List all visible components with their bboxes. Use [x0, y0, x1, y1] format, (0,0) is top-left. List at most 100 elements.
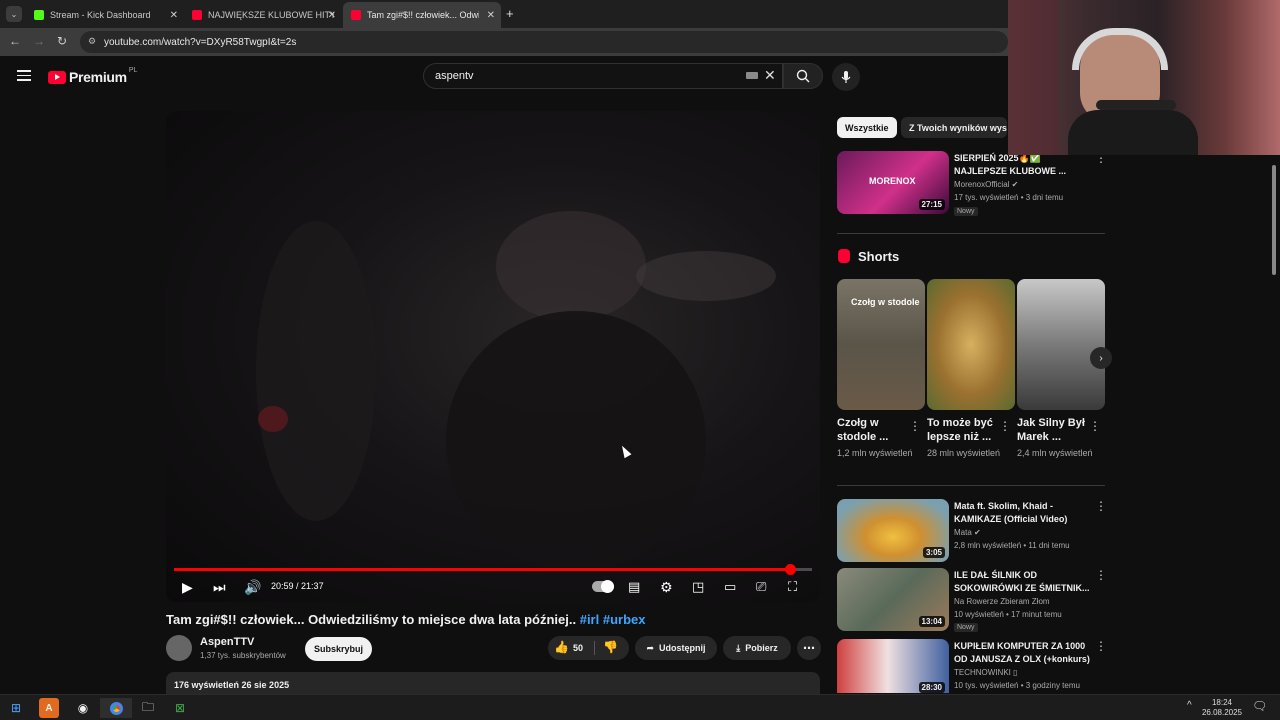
channel-avatar[interactable]	[166, 635, 192, 661]
video-frame-light	[258, 406, 288, 432]
notification-icon[interactable]: 🗨	[1252, 699, 1267, 713]
keyboard-icon[interactable]	[746, 72, 758, 79]
more-actions-button[interactable]: ⋯	[797, 636, 821, 660]
more-vertical-icon[interactable]: ⋮	[1095, 499, 1107, 513]
clear-search-icon[interactable]: ✕	[764, 67, 776, 84]
subscribe-button[interactable]: Subskrybuj	[305, 637, 372, 661]
filter-chip-all[interactable]: Wszystkie	[837, 117, 897, 138]
more-vertical-icon[interactable]: ⋮	[1089, 419, 1101, 433]
recommendation-channel: Mata ✔	[954, 528, 981, 537]
new-badge: Nowy	[954, 623, 978, 632]
new-tab-button[interactable]: +	[506, 6, 514, 21]
player-controls: ▶ ⏭ 🔊 20:59 / 21:37 ▤ ⚙ ◳ ▭ ⎚ ⛶	[182, 579, 798, 596]
time-current: 20:59	[271, 581, 294, 591]
short-title[interactable]: Jak Silny Był Marek ...	[1017, 416, 1089, 444]
recommendation-title[interactable]: SIERPIEŃ 2025🔥✅ NAJLEPSZE KLUBOWE ...	[954, 152, 1094, 178]
video-thumbnail[interactable]: 28:30	[837, 639, 949, 693]
tab-kick-dashboard[interactable]: Stream - Kick Dashboard ✕	[26, 4, 184, 26]
volume-icon[interactable]: 🔊	[244, 579, 261, 596]
divider	[837, 485, 1105, 486]
reload-icon[interactable]: ↻	[57, 34, 67, 48]
back-arrow-icon[interactable]: ←	[9, 34, 21, 48]
recommendation-title[interactable]: KUPIŁEM KOMPUTER ZA 1000 OD JANUSZA Z OL…	[954, 640, 1094, 666]
cast-icon[interactable]: ⎚	[756, 579, 766, 595]
youtube-header: Premium PL aspentv ✕	[0, 56, 1010, 98]
search-button[interactable]	[783, 63, 823, 89]
video-hashtags[interactable]: #irl #urbex	[580, 612, 646, 627]
tab-klubowe-hity[interactable]: NAJWIĘKSZE KLUBOWE HITY ✅ ✕	[184, 4, 342, 26]
address-bar[interactable]: ⚙ youtube.com/watch?v=DXyR58TwgpI&t=2s	[80, 31, 1008, 53]
video-player[interactable]: ▶ ⏭ 🔊 20:59 / 21:37 ▤ ⚙ ◳ ▭ ⎚ ⛶	[166, 111, 820, 602]
short-item[interactable]: Jak Silny Był Marek ... 2,4 mln wyświetl…	[1017, 279, 1105, 458]
app-icon[interactable]: A	[39, 698, 59, 718]
short-thumbnail[interactable]: Czołg w stodole	[837, 279, 925, 410]
progress-scrubber[interactable]	[784, 564, 796, 575]
short-thumbnail[interactable]	[927, 279, 1015, 410]
recommendation-title[interactable]: ILE DAŁ ŚILNIK OD SOKOWIRÓWKI ZE ŚMIETNI…	[954, 569, 1094, 595]
more-vertical-icon[interactable]: ⋮	[1095, 568, 1107, 582]
theater-mode-icon[interactable]: ▭	[724, 579, 736, 595]
next-icon[interactable]: ⏭	[213, 579, 226, 596]
windows-start-icon[interactable]: ⊞	[6, 698, 26, 718]
filter-chip-yours[interactable]: Z Twoich wyników wysz	[901, 117, 1007, 138]
site-info-icon[interactable]: ⚙	[88, 36, 96, 47]
progress-bar[interactable]	[174, 564, 812, 575]
close-tab-icon[interactable]: ✕	[170, 10, 178, 21]
voice-search-button[interactable]	[832, 63, 860, 91]
shorts-next-button[interactable]: ›	[1090, 347, 1112, 369]
video-thumbnail[interactable]: MORENOX 27:15	[837, 151, 949, 214]
time-total: 21:37	[301, 581, 324, 591]
share-button[interactable]: ➦ Udostępnij	[635, 636, 717, 660]
play-icon[interactable]: ▶	[182, 579, 193, 596]
youtube-premium-logo[interactable]: Premium PL	[48, 67, 137, 85]
like-count: 50	[573, 643, 584, 653]
obs-icon[interactable]: ◉	[73, 698, 93, 718]
video-thumbnail[interactable]: 3:05	[837, 499, 949, 562]
youtube-play-logo-icon	[48, 70, 66, 84]
more-vertical-icon[interactable]: ⋮	[909, 419, 921, 433]
channel-name[interactable]: AspenTTV	[200, 636, 254, 648]
chrome-icon[interactable]	[100, 698, 132, 718]
video-frame-arm	[636, 251, 776, 301]
short-item[interactable]: To może być lepsze niż ... 28 mln wyświe…	[927, 279, 1015, 458]
short-views: 2,4 mln wyświetleń	[1017, 448, 1093, 458]
short-thumbnail[interactable]	[1017, 279, 1105, 410]
short-title[interactable]: Czołg w stodole ...	[837, 416, 909, 444]
short-item[interactable]: Czołg w stodole Czołg w stodole ... 1,2 …	[837, 279, 925, 458]
page-scrollbar[interactable]	[1271, 155, 1277, 687]
short-title[interactable]: To może być lepsze niż ...	[927, 416, 999, 444]
tab-current-video[interactable]: Tam zgi#$!! człowiek... Odwiedz ✕	[343, 2, 501, 28]
download-button[interactable]: ⤓ Pobierz	[723, 636, 791, 660]
close-tab-icon[interactable]: ✕	[328, 10, 336, 21]
tab-search-button[interactable]: ⌄	[6, 6, 22, 22]
recommendation-title[interactable]: Mata ft. Skolim, Khaid - KAMIKAZE (Offic…	[954, 500, 1094, 526]
taskbar-clock[interactable]: 18:24 26.08.2025	[1202, 698, 1242, 718]
dislike-icon[interactable]: 👎	[603, 640, 618, 654]
chevron-down-icon: ⌄	[10, 9, 18, 19]
like-icon[interactable]: 👍	[554, 640, 569, 654]
subtitles-icon[interactable]: ▤	[628, 579, 640, 595]
tray-chevron-up-icon[interactable]: ^	[1187, 700, 1192, 711]
more-vertical-icon[interactable]: ⋮	[999, 419, 1011, 433]
autoplay-toggle[interactable]	[592, 580, 614, 593]
short-views: 28 mln wyświetleń	[927, 448, 1001, 458]
more-horizontal-icon: ⋯	[803, 641, 815, 655]
shorts-heading: Shorts	[858, 249, 900, 264]
like-dislike-group: 👍 50 👎	[548, 636, 629, 660]
fullscreen-icon[interactable]: ⛶	[788, 579, 797, 595]
recommendation-channel: TECHNOWINKI ▯	[954, 668, 1018, 677]
terminal-app-icon[interactable]: ⊠	[170, 698, 190, 718]
close-tab-icon[interactable]: ✕	[487, 10, 495, 21]
new-badge: Nowy	[954, 207, 978, 216]
miniplayer-icon[interactable]: ◳	[692, 579, 704, 595]
settings-gear-icon[interactable]: ⚙	[660, 579, 673, 596]
menu-hamburger-icon[interactable]	[17, 70, 31, 81]
recommendation-meta: 2,8 mln wyświetleń • 11 dni temu	[954, 541, 1070, 550]
video-thumbnail[interactable]: 13:04	[837, 568, 949, 631]
scrollbar-thumb[interactable]	[1272, 165, 1276, 275]
more-vertical-icon[interactable]: ⋮	[1095, 639, 1107, 653]
forward-arrow-icon[interactable]: →	[33, 34, 45, 48]
search-input[interactable]: aspentv ✕	[423, 63, 783, 89]
share-arrow-icon: ➦	[646, 642, 655, 653]
file-explorer-icon[interactable]: 🗀	[138, 698, 158, 718]
